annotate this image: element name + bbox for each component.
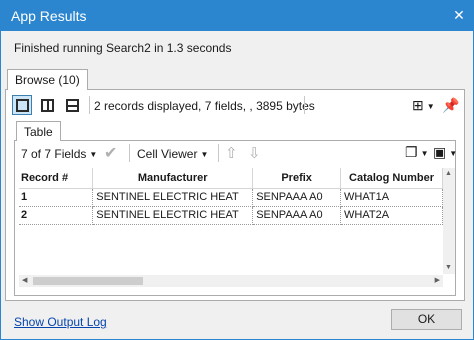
single-view-icon — [16, 99, 29, 112]
toolbar-separator — [218, 144, 219, 162]
cell-viewer-label: Cell Viewer — [137, 147, 198, 161]
save-icon[interactable]: ▣ ▼ — [433, 144, 457, 161]
show-output-log-link[interactable]: Show Output Log — [14, 315, 107, 329]
column-header-prefix[interactable]: Prefix — [252, 168, 342, 189]
scroll-right-icon[interactable]: ▶ — [435, 277, 440, 285]
stacked-view-button[interactable] — [62, 95, 82, 115]
title-bar: App Results ✕ — [0, 0, 474, 31]
catalog-number-cell[interactable]: WHAT2A — [340, 206, 443, 225]
toolbar-separator — [89, 96, 90, 114]
ok-button[interactable]: OK — [391, 309, 462, 330]
vertical-scrollbar[interactable]: ▲ ▼ — [443, 168, 455, 274]
prefix-cell[interactable]: SENPAAA A0 — [252, 206, 342, 225]
move-up-icon: ⇧ — [225, 145, 238, 162]
fields-selector[interactable]: 7 of 7 Fields ▼ — [21, 147, 97, 161]
single-view-button[interactable] — [12, 95, 32, 115]
record-number-cell[interactable]: 2 — [19, 206, 94, 225]
prefix-cell[interactable]: SENPAAA A0 — [252, 188, 342, 207]
record-number-cell[interactable]: 1 — [19, 188, 94, 207]
column-header-catalog-number[interactable]: Catalog Number — [340, 168, 443, 189]
copy-icon[interactable]: ❐ ▼ — [405, 144, 428, 161]
browse-toolbar: 2 records displayed, 7 fields, , 3895 by… — [10, 93, 460, 117]
table-panel: 7 of 7 Fields ▼ ✔ Cell Viewer ▼ ⇧ ⇩ ❐ ▼ ▣ ▼ — [14, 140, 457, 296]
pin-icon[interactable]: 📌 — [442, 97, 459, 113]
window-title: App Results — [11, 8, 87, 24]
results-grid[interactable]: Record # Manufacturer Prefix Catalog Num… — [19, 168, 443, 274]
grid-header-row: Record # Manufacturer Prefix Catalog Num… — [19, 168, 443, 189]
manufacturer-cell[interactable]: SENTINEL ELECTRIC HEAT — [92, 206, 254, 225]
tab-browse[interactable]: Browse (10) — [7, 69, 88, 90]
table-toolbar: 7 of 7 Fields ▼ ✔ Cell Viewer ▼ ⇧ ⇩ ❐ ▼ ▣ ▼ — [15, 141, 457, 167]
scroll-left-icon[interactable]: ◀ — [22, 277, 27, 285]
scroll-up-icon[interactable]: ▲ — [445, 170, 452, 178]
chevron-down-icon: ▼ — [200, 150, 209, 159]
move-down-icon: ⇩ — [248, 145, 261, 162]
catalog-number-cell[interactable]: WHAT1A — [340, 188, 443, 207]
chevron-down-icon: ▼ — [89, 150, 98, 159]
column-header-manufacturer[interactable]: Manufacturer — [92, 168, 254, 189]
fields-selector-label: 7 of 7 Fields — [21, 147, 87, 161]
scroll-down-icon[interactable]: ▼ — [445, 264, 452, 272]
horizontal-scrollbar[interactable]: ◀ ▶ — [19, 275, 443, 287]
side-by-side-view-icon — [41, 99, 54, 112]
browse-panel: 2 records displayed, 7 fields, , 3895 by… — [5, 89, 465, 301]
toolbar-separator — [304, 96, 305, 114]
dialog-body: Finished running Search2 in 1.3 seconds … — [0, 31, 474, 340]
cell-viewer-dropdown[interactable]: Cell Viewer ▼ — [137, 147, 208, 161]
tab-table[interactable]: Table — [16, 121, 61, 141]
close-icon[interactable]: ✕ — [444, 0, 474, 31]
side-by-side-view-button[interactable] — [37, 95, 57, 115]
manufacturer-cell[interactable]: SENTINEL ELECTRIC HEAT — [92, 188, 254, 207]
table-row[interactable]: 2 SENTINEL ELECTRIC HEAT SENPAAA A0 WHAT… — [19, 206, 443, 225]
stacked-view-icon — [66, 99, 79, 112]
column-header-record[interactable]: Record # — [19, 168, 94, 189]
records-summary: 2 records displayed, 7 fields, , 3895 by… — [94, 99, 315, 113]
add-column-icon[interactable]: ⊞ ▼ — [412, 97, 435, 115]
toolbar-separator — [129, 144, 130, 162]
checkmark-icon: ✔ — [104, 145, 118, 162]
horizontal-scroll-thumb[interactable] — [33, 277, 143, 285]
table-row[interactable]: 1 SENTINEL ELECTRIC HEAT SENPAAA A0 WHAT… — [19, 188, 443, 207]
status-text: Finished running Search2 in 1.3 seconds — [14, 41, 232, 55]
